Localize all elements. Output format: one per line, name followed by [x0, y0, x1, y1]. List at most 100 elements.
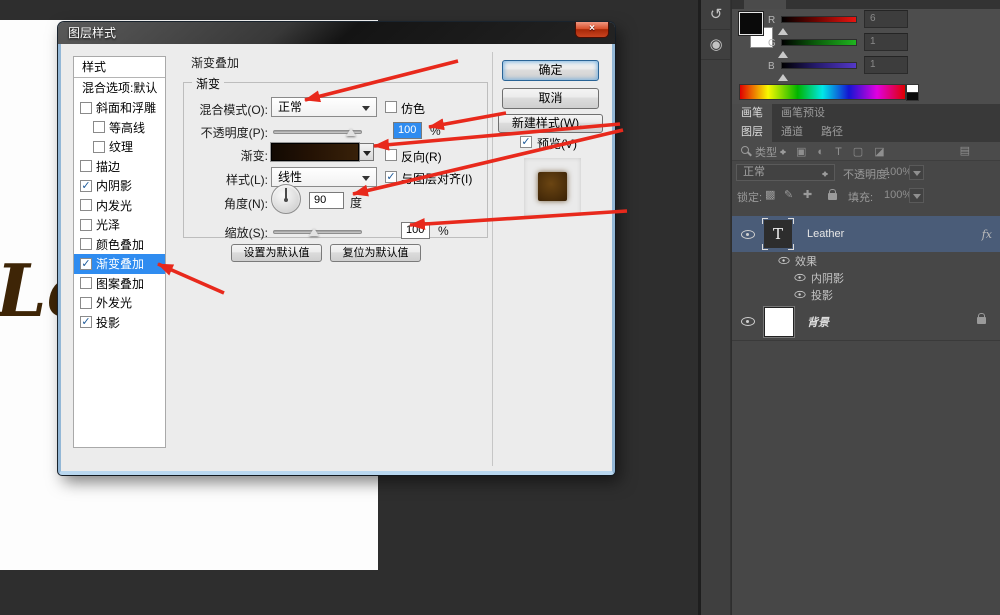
lock-all-icon[interactable]: [828, 193, 837, 200]
visibility-eye-icon[interactable]: [741, 230, 755, 239]
effect-row[interactable]: 投影: [732, 286, 1000, 303]
checkbox[interactable]: [80, 199, 92, 211]
smart-object-filter-icon[interactable]: ◪: [874, 145, 884, 158]
channel-value[interactable]: 1: [864, 33, 908, 51]
channel-value[interactable]: 6: [864, 10, 908, 28]
checkbox[interactable]: ✓: [80, 180, 92, 192]
pixel-layer-filter-icon[interactable]: ▣: [796, 145, 806, 158]
channel-value[interactable]: 1: [864, 56, 908, 74]
layer-opacity-dropdown-button[interactable]: [909, 165, 924, 180]
scale-slider-thumb[interactable]: [309, 223, 319, 236]
cancel-button[interactable]: 取消: [502, 88, 599, 109]
checkbox[interactable]: [80, 160, 92, 172]
sidebar-item[interactable]: ✓渐变叠加: [74, 254, 165, 274]
sidebar-item[interactable]: ✓内阴影: [74, 176, 165, 196]
layer-opacity-value[interactable]: 100%: [884, 166, 912, 178]
angle-dial[interactable]: [271, 184, 301, 214]
checkbox[interactable]: [93, 121, 105, 133]
tab-画笔预设[interactable]: 画笔预设: [772, 104, 834, 123]
scale-input[interactable]: 100: [401, 222, 430, 239]
sidebar-item[interactable]: 描边: [74, 157, 165, 177]
type-layer-filter-icon[interactable]: T: [835, 146, 842, 158]
dialog-titlebar[interactable]: 图层样式 ×: [58, 22, 615, 44]
tab-画笔[interactable]: 画笔: [732, 104, 772, 123]
channel-slider-thumb[interactable]: [778, 69, 788, 81]
checkbox[interactable]: [80, 102, 92, 114]
lock-pixels-icon[interactable]: ✎: [784, 188, 793, 201]
sidebar-item[interactable]: 斜面和浮雕: [74, 98, 165, 118]
reset-default-button[interactable]: 复位为默认值: [330, 244, 421, 262]
layer-name[interactable]: Leather: [807, 228, 844, 240]
fill-dropdown-button[interactable]: [909, 188, 924, 203]
checkbox[interactable]: [93, 141, 105, 153]
align-checkbox[interactable]: ✓: [385, 171, 397, 183]
visibility-eye-icon[interactable]: [794, 274, 805, 281]
gradient-picker-button[interactable]: [359, 143, 374, 161]
properties-panel-icon[interactable]: ◉: [701, 30, 731, 60]
dither-checkbox[interactable]: [385, 101, 397, 113]
filter-kind-label[interactable]: 类型: [755, 144, 777, 160]
layer-row-leather[interactable]: T Leather fx: [732, 216, 1000, 252]
checkbox[interactable]: [80, 219, 92, 231]
effect-row[interactable]: 内阴影: [732, 269, 1000, 286]
adjustment-layer-filter-icon[interactable]: ◐: [817, 146, 824, 158]
channel-slider[interactable]: [781, 39, 857, 46]
background-layer-thumbnail[interactable]: [764, 307, 794, 337]
angle-input[interactable]: 90: [309, 192, 344, 209]
lock-position-icon[interactable]: ✚: [803, 188, 812, 201]
opacity-slider[interactable]: [273, 130, 362, 134]
sidebar-item[interactable]: 光泽: [74, 215, 165, 235]
visibility-eye-icon[interactable]: [741, 317, 755, 326]
color-panel-tab[interactable]: [744, 0, 786, 9]
text-layer-thumbnail[interactable]: T: [764, 220, 792, 248]
color-spectrum-ramp[interactable]: [739, 84, 906, 100]
sidebar-item[interactable]: 内发光: [74, 196, 165, 216]
visibility-eye-icon[interactable]: [794, 291, 805, 298]
panel-options-icon[interactable]: ▤: [960, 144, 970, 157]
shape-layer-filter-icon[interactable]: ▢: [853, 145, 863, 158]
scale-slider[interactable]: [273, 230, 362, 234]
layer-row-background[interactable]: 背景: [732, 304, 1000, 339]
tab-图层[interactable]: 图层: [732, 123, 772, 142]
visibility-eye-icon[interactable]: [778, 257, 789, 264]
channel-slider[interactable]: [781, 16, 857, 23]
layer-name[interactable]: 背景: [807, 314, 829, 330]
channel-slider-thumb[interactable]: [778, 23, 788, 35]
checkbox[interactable]: [80, 277, 92, 289]
foreground-color-swatch[interactable]: [739, 12, 763, 35]
updown-arrows-icon[interactable]: [780, 146, 788, 158]
ok-button[interactable]: 确定: [502, 60, 599, 81]
history-panel-icon[interactable]: ↺: [701, 0, 731, 30]
sidebar-item-blending-options[interactable]: 混合选项:默认: [74, 78, 165, 98]
gradient-swatch[interactable]: [271, 143, 359, 161]
reverse-checkbox[interactable]: [385, 149, 397, 161]
opacity-slider-thumb[interactable]: [346, 123, 356, 136]
sidebar-item[interactable]: 外发光: [74, 293, 165, 313]
sidebar-item[interactable]: 颜色叠加: [74, 235, 165, 255]
channel-slider[interactable]: [781, 62, 857, 69]
lock-transparency-icon[interactable]: ▩: [765, 188, 775, 201]
layer-blend-mode-dropdown[interactable]: 正常: [736, 164, 835, 181]
fill-value[interactable]: 100%: [884, 189, 912, 201]
close-button[interactable]: ×: [575, 22, 609, 38]
tab-路径[interactable]: 路径: [812, 123, 852, 142]
checkbox[interactable]: ✓: [80, 258, 92, 270]
blend-mode-dropdown[interactable]: 正常: [271, 97, 377, 117]
checkbox[interactable]: [80, 238, 92, 250]
opacity-input[interactable]: 100: [393, 122, 422, 139]
new-style-button[interactable]: 新建样式(W)...: [498, 114, 603, 133]
preview-checkbox[interactable]: ✓: [520, 136, 532, 148]
sidebar-item[interactable]: 图案叠加: [74, 274, 165, 294]
black-swatch[interactable]: [906, 92, 919, 101]
checkbox[interactable]: ✓: [80, 316, 92, 328]
layer-effects-fx-badge[interactable]: fx: [982, 228, 992, 241]
sidebar-item[interactable]: 等高线: [74, 118, 165, 138]
tab-通道[interactable]: 通道: [772, 123, 812, 142]
effects-group-row[interactable]: 效果: [732, 252, 1000, 269]
checkbox[interactable]: [80, 297, 92, 309]
set-default-button[interactable]: 设置为默认值: [231, 244, 322, 262]
channel-slider-thumb[interactable]: [778, 46, 788, 58]
sidebar-item[interactable]: ✓投影: [74, 313, 165, 333]
sidebar-item[interactable]: 纹理: [74, 137, 165, 157]
styles-header-item[interactable]: 样式: [74, 57, 165, 77]
